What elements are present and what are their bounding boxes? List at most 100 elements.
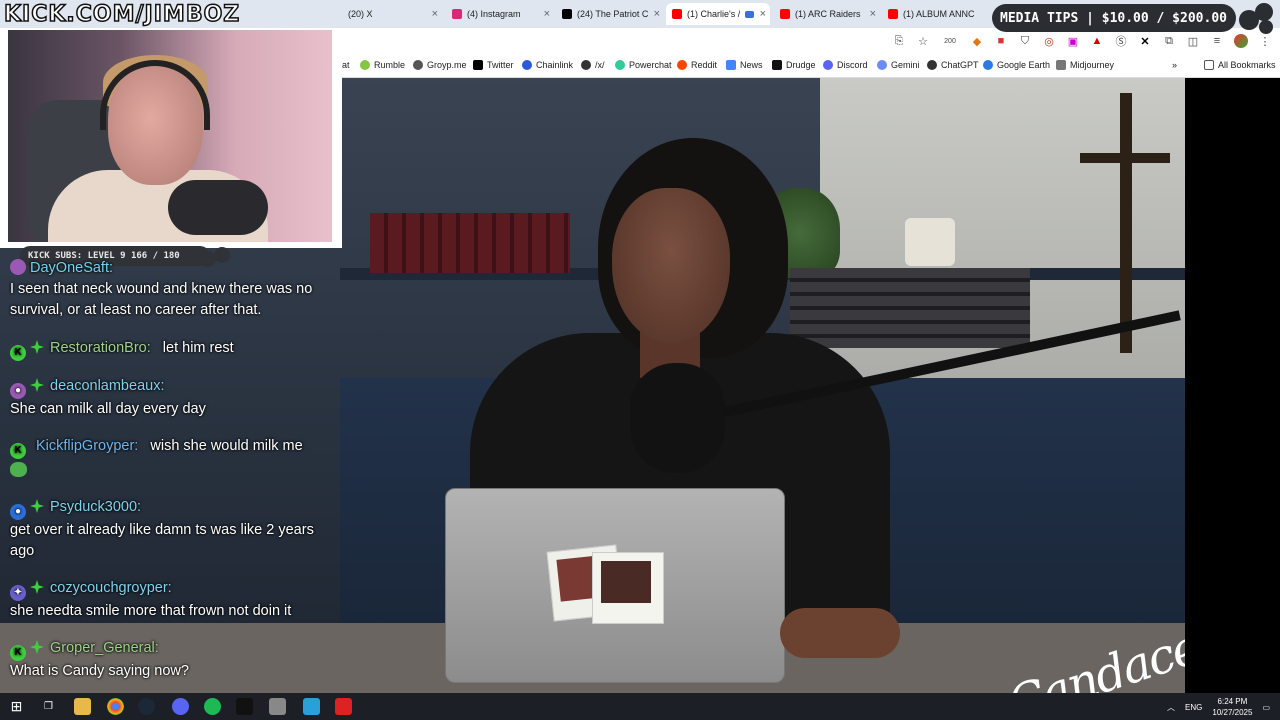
chat-message: ✦ cozycouchgroyper: she needta smile more… [10, 578, 335, 622]
chat-text: she needta smile more that frown not doi… [10, 603, 292, 619]
notification-icon[interactable]: ▭ [1262, 703, 1270, 712]
extension-icon[interactable]: Ⓢ [1114, 34, 1128, 48]
close-icon[interactable]: × [654, 8, 660, 20]
bookmark-label: Reddit [691, 60, 718, 70]
bookmarks-overflow-button[interactable]: » [1172, 60, 1177, 70]
extension-badge[interactable]: 200 [940, 34, 960, 48]
bookmark-news[interactable]: News [726, 60, 763, 70]
bookmark-rumble[interactable]: Rumble [360, 60, 405, 70]
midjourney-icon [1056, 60, 1066, 70]
webcam-feed [8, 30, 332, 242]
taskbar: ⊞ ❐ ︿ ENG 6:24 PM 10/27/2025 ▭ [0, 693, 1280, 720]
file-explorer-icon[interactable] [74, 698, 91, 715]
tab-label: (1) ARC Raiders [795, 9, 861, 19]
discord-icon[interactable] [172, 698, 189, 715]
chat-message: ● deaconlambeaux: She can milk all day ev… [10, 376, 335, 420]
clock[interactable]: 6:24 PM 10/27/2025 [1212, 696, 1252, 718]
clock-time: 6:24 PM [1217, 697, 1248, 706]
kick-badge-icon: K [10, 345, 26, 361]
start-icon[interactable]: ⊞ [8, 698, 25, 715]
tab-charlies[interactable]: (1) Charlie's / × [666, 3, 770, 25]
close-icon[interactable]: × [544, 8, 550, 20]
bookmark-reddit[interactable]: Reddit [677, 60, 717, 70]
sidebar-icon[interactable]: ◫ [1186, 34, 1200, 48]
chat-message: K Groper_General: What is Candy saying no… [10, 638, 335, 682]
sub-badge-icon: ● [10, 504, 26, 520]
extension-icon[interactable]: ▣ [1066, 34, 1080, 48]
bookmark-item[interactable]: at [342, 60, 350, 70]
bookmark-label: Discord [837, 60, 868, 70]
media-tips-bar: MEDIA TIPS | $10.00 / $200.00 [992, 4, 1236, 32]
tab-instagram[interactable]: (4) Instagram × [446, 3, 554, 25]
chrome-icon[interactable] [107, 698, 124, 715]
bookmark-powerchat[interactable]: Powerchat [615, 60, 672, 70]
x-logo-icon[interactable]: ✕ [1138, 34, 1152, 48]
chat-text: let him rest [162, 340, 234, 356]
discord-icon [823, 60, 833, 70]
bookmark-chatgpt[interactable]: ChatGPT [927, 60, 979, 70]
bookmark-chainlink[interactable]: Chainlink [522, 60, 573, 70]
groyp-icon [413, 60, 423, 70]
tab-patriot[interactable]: (24) The Patriot C × [556, 3, 664, 25]
extension-icon[interactable]: ■ [994, 34, 1008, 48]
letterbox [1185, 78, 1280, 693]
bookmark-twitter[interactable]: Twitter [473, 60, 514, 70]
all-bookmarks-button[interactable]: All Bookmarks [1204, 60, 1276, 70]
bookmark-x-board[interactable]: /x/ [581, 60, 605, 70]
board-icon [581, 60, 591, 70]
install-app-icon[interactable]: ⎘ [892, 34, 906, 48]
close-icon[interactable]: × [432, 8, 438, 20]
tab-arc-raiders[interactable]: (1) ARC Raiders × [774, 3, 880, 25]
chat-message: K RestorationBro: let him rest [10, 338, 335, 361]
tab-x[interactable]: (20) X × [342, 3, 442, 25]
instagram-icon [452, 9, 462, 19]
tab-label: (4) Instagram [467, 9, 521, 19]
menu-icon[interactable]: ≡ [1210, 34, 1224, 48]
bookmark-gemini[interactable]: Gemini [877, 60, 920, 70]
folder-icon [1204, 60, 1214, 70]
diamond-badge-icon [30, 640, 44, 654]
chat-text: wish she would milk me [150, 438, 303, 454]
spotify-icon[interactable] [204, 698, 221, 715]
bookmark-groyp[interactable]: Groyp.me [413, 60, 467, 70]
screen: (20) X × (4) Instagram × (24) The Patrio… [0, 0, 1280, 720]
telegram-icon[interactable] [303, 698, 320, 715]
youtube-icon [780, 9, 790, 19]
app-icon[interactable] [236, 698, 253, 715]
tips-icon [1239, 3, 1273, 34]
chevron-up-icon[interactable]: ︿ [1167, 702, 1175, 713]
bookmark-label: Powerchat [629, 60, 672, 70]
bookmark-midjourney[interactable]: Midjourney [1056, 60, 1114, 70]
more-icon[interactable]: ⋮ [1258, 34, 1272, 48]
star-icon[interactable]: ☆ [916, 34, 930, 48]
tab-album[interactable]: (1) ALBUM ANNC [882, 3, 986, 25]
shield-icon[interactable]: ⛉ [1018, 34, 1032, 48]
x-logo-icon [562, 9, 572, 19]
tab-label: (24) The Patriot C [577, 9, 649, 19]
close-icon[interactable]: × [760, 8, 766, 20]
bookmark-google-earth[interactable]: Google Earth [983, 60, 1050, 70]
chatgpt-icon [927, 60, 937, 70]
app-icon[interactable] [269, 698, 286, 715]
extension-icon[interactable]: ◎ [1042, 34, 1056, 48]
extension-icon[interactable]: ▲ [1090, 34, 1104, 48]
tab-label: (1) Charlie's / [687, 9, 741, 19]
app-icon[interactable] [335, 698, 352, 715]
close-icon[interactable]: × [870, 8, 876, 20]
task-view-icon[interactable]: ❐ [40, 698, 57, 715]
bookmark-label: Rumble [374, 60, 406, 70]
bookmark-discord[interactable]: Discord [823, 60, 868, 70]
bookmark-drudge[interactable]: Drudge [772, 60, 816, 70]
diamond-badge-icon [30, 378, 44, 392]
avatar[interactable] [1234, 34, 1248, 48]
rumble-icon [360, 60, 370, 70]
language-indicator[interactable]: ENG [1185, 703, 1202, 712]
chat-message: DayOneSaft: I seen that neck wound and k… [10, 258, 335, 321]
metamask-icon[interactable]: ◆ [970, 34, 984, 48]
puzzle-icon[interactable]: ⧉ [1162, 34, 1176, 48]
chat-text: She can milk all day every day [10, 401, 206, 417]
bookmark-label: /x/ [595, 60, 605, 70]
chat-message: K KickflipGroyper: wish she would milk me [10, 436, 335, 484]
kick-badge-icon: K [10, 645, 26, 661]
steam-icon[interactable] [138, 698, 155, 715]
